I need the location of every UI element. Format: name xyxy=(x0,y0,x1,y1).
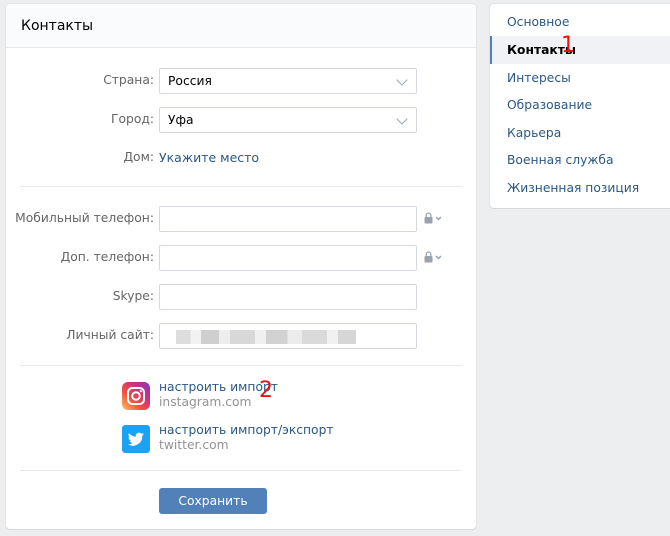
city-value: Уфа xyxy=(168,113,194,127)
settings-menu: Основное Контакты Интересы Образование К… xyxy=(490,4,670,208)
instagram-domain: instagram.com xyxy=(159,395,252,409)
menu-item-life-position[interactable]: Жизненная позиция xyxy=(490,174,670,202)
website-input[interactable] xyxy=(159,323,417,349)
twitter-import-export-link[interactable]: настроить импорт/экспорт xyxy=(159,423,334,437)
extra-phone-input[interactable] xyxy=(159,245,417,271)
country-label: Страна: xyxy=(103,73,154,87)
skype-input[interactable] xyxy=(159,284,417,310)
country-select[interactable]: Россия xyxy=(159,68,417,94)
home-location-link[interactable]: Укажите место xyxy=(159,150,259,165)
instagram-icon xyxy=(122,382,150,410)
privacy-lock-dropdown[interactable] xyxy=(424,251,446,266)
city-label: Город: xyxy=(111,112,154,126)
save-button[interactable]: Сохранить xyxy=(159,488,267,514)
twitter-icon xyxy=(122,425,150,453)
mobile-phone-input[interactable] xyxy=(159,206,417,232)
twitter-domain: twitter.com xyxy=(159,438,229,452)
country-value: Россия xyxy=(168,74,212,88)
divider xyxy=(20,186,461,187)
panel-title: Контакты xyxy=(6,4,476,48)
chevron-down-icon xyxy=(396,74,408,86)
divider xyxy=(20,470,461,471)
blurred-website-value xyxy=(176,330,356,344)
chevron-down-icon xyxy=(396,113,408,125)
annotation-number-2: 2 xyxy=(259,378,273,403)
menu-item-career[interactable]: Карьера xyxy=(490,119,670,147)
menu-item-interests[interactable]: Интересы xyxy=(490,64,670,92)
skype-label: Skype: xyxy=(112,289,154,303)
lock-icon xyxy=(424,251,442,263)
menu-item-main[interactable]: Основное xyxy=(490,8,670,36)
home-label: Дом: xyxy=(123,150,154,164)
annotation-number-1: 1 xyxy=(561,33,575,58)
contacts-panel: Контакты Страна: Россия Город: Уфа Дом: … xyxy=(6,4,476,529)
mobile-phone-label: Мобильный телефон: xyxy=(15,211,154,225)
menu-item-contacts[interactable]: Контакты xyxy=(490,36,670,64)
city-select[interactable]: Уфа xyxy=(159,107,417,133)
menu-item-education[interactable]: Образование xyxy=(490,91,670,119)
lock-icon xyxy=(424,212,442,224)
website-label: Личный сайт: xyxy=(66,328,154,342)
privacy-lock-dropdown[interactable] xyxy=(424,212,446,227)
divider xyxy=(20,365,461,366)
menu-item-military[interactable]: Военная служба xyxy=(490,146,670,174)
extra-phone-label: Доп. телефон: xyxy=(60,250,154,264)
